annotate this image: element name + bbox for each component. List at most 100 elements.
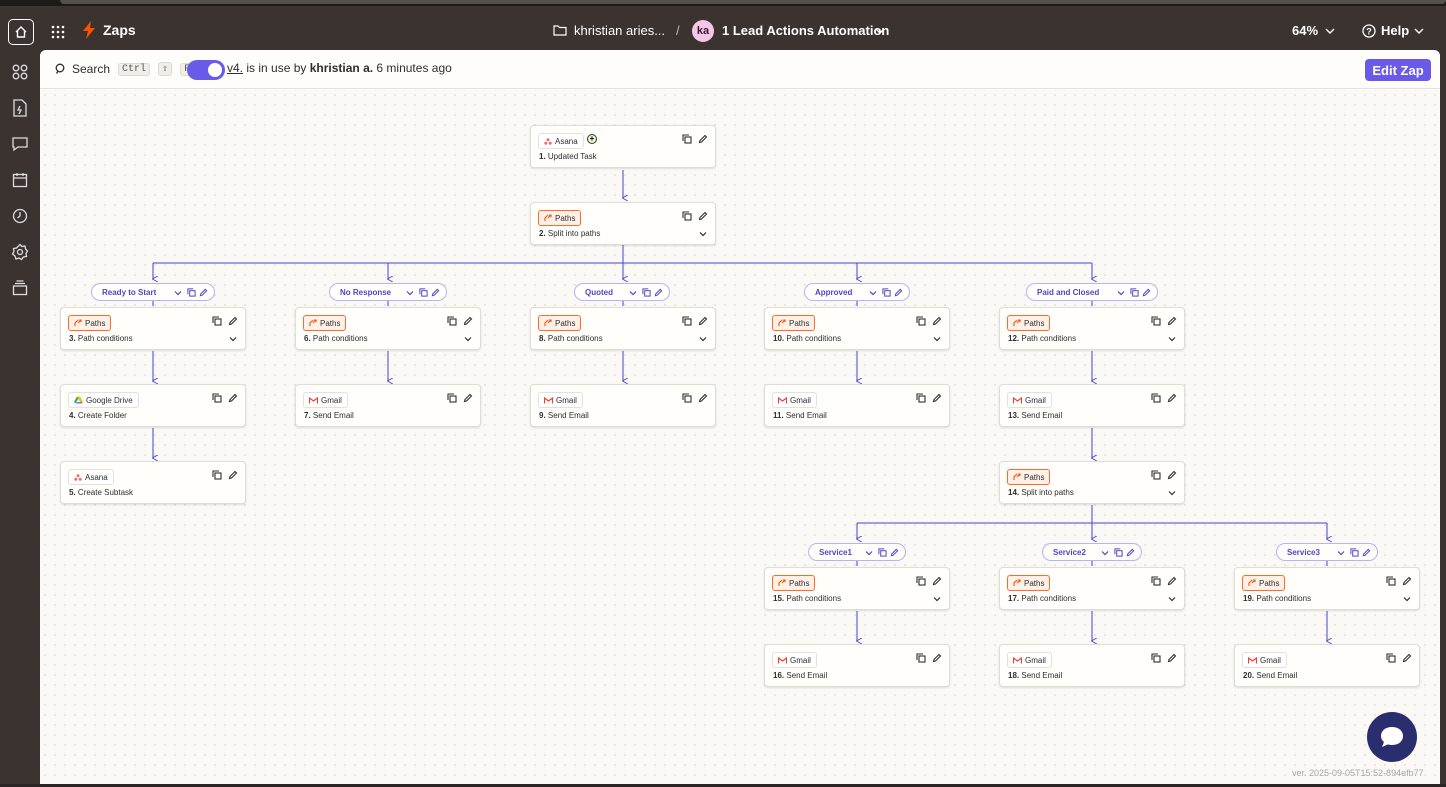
- folder-breadcrumb[interactable]: khristian aries...: [574, 23, 665, 38]
- edit-pencil-icon[interactable]: [1402, 653, 1412, 663]
- chevron-down-icon[interactable]: [933, 595, 941, 603]
- chevron-down-icon[interactable]: [699, 230, 707, 238]
- chevron-down-icon[interactable]: [869, 289, 877, 297]
- step-card-15[interactable]: Paths 15. Path conditions: [764, 567, 950, 610]
- path-pill-6[interactable]: Service1: [808, 543, 906, 561]
- step-card-7[interactable]: Gmail 7. Send Email: [295, 384, 481, 427]
- copy-icon[interactable]: [916, 576, 926, 586]
- step-card-2[interactable]: Paths 2. Split into paths: [530, 202, 716, 245]
- edit-pencil-icon[interactable]: [932, 393, 942, 403]
- copy-icon[interactable]: [682, 211, 692, 221]
- copy-icon[interactable]: [1151, 393, 1161, 403]
- copy-icon[interactable]: [1151, 316, 1161, 326]
- edit-pencil-icon[interactable]: [1167, 576, 1177, 586]
- step-card-10[interactable]: Paths 10. Path conditions: [764, 307, 950, 350]
- copy-icon[interactable]: [916, 393, 926, 403]
- edit-pencil-icon[interactable]: [698, 316, 708, 326]
- zaps-nav-icon[interactable]: [10, 62, 30, 82]
- step-card-11[interactable]: Gmail 11. Send Email: [764, 384, 950, 427]
- chevron-down-icon[interactable]: [1101, 549, 1109, 557]
- path-pill-1[interactable]: Ready to Start: [91, 283, 215, 301]
- chevron-down-icon[interactable]: [229, 335, 237, 343]
- chevron-down-icon[interactable]: [174, 289, 182, 297]
- edit-pencil-icon[interactable]: [1142, 288, 1151, 297]
- copy-icon[interactable]: [419, 288, 428, 297]
- copy-icon[interactable]: [447, 393, 457, 403]
- edit-pencil-icon[interactable]: [1167, 653, 1177, 663]
- copy-icon[interactable]: [916, 316, 926, 326]
- calendar-nav-icon[interactable]: [10, 170, 30, 190]
- step-card-4[interactable]: Google Drive 4. Create Folder: [60, 384, 246, 427]
- path-pill-5[interactable]: Paid and Closed: [1026, 283, 1158, 301]
- edit-pencil-icon[interactable]: [228, 393, 238, 403]
- home-button[interactable]: [8, 19, 34, 45]
- edit-pencil-icon[interactable]: [698, 393, 708, 403]
- chevron-down-icon[interactable]: [406, 289, 414, 297]
- step-card-16[interactable]: Gmail 16. Send Email: [764, 644, 950, 687]
- layers-nav-icon[interactable]: [10, 278, 30, 298]
- edit-pencil-icon[interactable]: [1362, 548, 1371, 557]
- chevron-down-icon[interactable]: [629, 289, 637, 297]
- settings-nav-icon[interactable]: [10, 242, 30, 262]
- copy-icon[interactable]: [682, 134, 692, 144]
- app-grid-icon[interactable]: [50, 24, 66, 40]
- edit-pencil-icon[interactable]: [1126, 548, 1135, 557]
- edit-pencil-icon[interactable]: [1167, 316, 1177, 326]
- edit-pencil-icon[interactable]: [1402, 576, 1412, 586]
- chevron-down-icon[interactable]: [1414, 27, 1424, 35]
- copy-icon[interactable]: [682, 393, 692, 403]
- copy-icon[interactable]: [1151, 653, 1161, 663]
- zoom-level[interactable]: 64%: [1292, 23, 1318, 38]
- copy-icon[interactable]: [878, 548, 887, 557]
- edit-pencil-icon[interactable]: [199, 288, 208, 297]
- chevron-down-icon[interactable]: [1168, 595, 1176, 603]
- zap-canvas[interactable]: Search Ctrl ⇧ F v4. is in use by khristi…: [40, 50, 1440, 787]
- copy-icon[interactable]: [1114, 548, 1123, 557]
- copy-icon[interactable]: [1151, 576, 1161, 586]
- edit-pencil-icon[interactable]: [431, 288, 440, 297]
- copy-icon[interactable]: [447, 316, 457, 326]
- copy-icon[interactable]: [212, 316, 222, 326]
- edit-pencil-icon[interactable]: [698, 211, 708, 221]
- chat-support-button[interactable]: [1367, 712, 1417, 762]
- chat-nav-icon[interactable]: [10, 134, 30, 154]
- edit-pencil-icon[interactable]: [932, 576, 942, 586]
- edit-pencil-icon[interactable]: [654, 288, 663, 297]
- step-card-17[interactable]: Paths 17. Path conditions: [999, 567, 1185, 610]
- edit-pencil-icon[interactable]: [463, 316, 473, 326]
- copy-icon[interactable]: [1130, 288, 1139, 297]
- zap-name[interactable]: 1 Lead Actions Automation: [722, 23, 889, 38]
- edit-pencil-icon[interactable]: [932, 653, 942, 663]
- edit-pencil-icon[interactable]: [228, 316, 238, 326]
- copy-icon[interactable]: [212, 470, 222, 480]
- edit-pencil-icon[interactable]: [894, 288, 903, 297]
- chevron-down-icon[interactable]: [1325, 27, 1335, 35]
- tables-nav-icon[interactable]: [10, 98, 30, 118]
- edit-pencil-icon[interactable]: [932, 316, 942, 326]
- app-title[interactable]: Zaps: [103, 22, 136, 38]
- copy-icon[interactable]: [642, 288, 651, 297]
- help-button[interactable]: Help: [1381, 23, 1409, 38]
- path-pill-4[interactable]: Approved: [804, 283, 910, 301]
- chevron-down-icon[interactable]: [1117, 289, 1125, 297]
- edit-pencil-icon[interactable]: [698, 134, 708, 144]
- history-nav-icon[interactable]: [10, 206, 30, 226]
- edit-pencil-icon[interactable]: [463, 393, 473, 403]
- chevron-down-icon[interactable]: [865, 549, 873, 557]
- chevron-down-icon[interactable]: [875, 27, 885, 35]
- chevron-down-icon[interactable]: [1168, 335, 1176, 343]
- chevron-down-icon[interactable]: [699, 335, 707, 343]
- edit-pencil-icon[interactable]: [890, 548, 899, 557]
- copy-icon[interactable]: [682, 316, 692, 326]
- step-card-13[interactable]: Gmail 13. Send Email: [999, 384, 1185, 427]
- step-card-14[interactable]: Paths 14. Split into paths: [999, 461, 1185, 504]
- copy-icon[interactable]: [187, 288, 196, 297]
- chevron-down-icon[interactable]: [464, 335, 472, 343]
- step-card-5[interactable]: Asana 5. Create Subtask: [60, 461, 246, 504]
- edit-pencil-icon[interactable]: [228, 470, 238, 480]
- copy-icon[interactable]: [882, 288, 891, 297]
- chevron-down-icon[interactable]: [1337, 549, 1345, 557]
- edit-pencil-icon[interactable]: [1167, 393, 1177, 403]
- copy-icon[interactable]: [1151, 470, 1161, 480]
- path-pill-2[interactable]: No Response: [329, 283, 447, 301]
